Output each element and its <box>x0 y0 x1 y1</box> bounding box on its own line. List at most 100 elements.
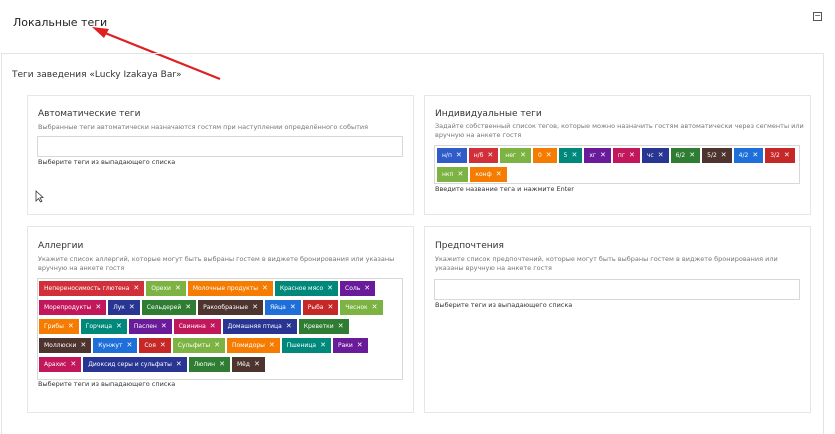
remove-tag-icon[interactable]: ✕ <box>68 319 74 334</box>
remove-tag-icon[interactable]: ✕ <box>571 148 577 163</box>
tag-chip: Диоксид серы и сульфаты ✕ <box>83 357 187 372</box>
page-title: Локальные теги <box>13 16 108 29</box>
tag-label: 4/2 <box>738 152 749 159</box>
remove-tag-icon[interactable]: ✕ <box>70 357 76 372</box>
tag-chip: Свинина ✕ <box>173 319 221 334</box>
tag-label: конф <box>475 171 492 178</box>
tag-label: нкп <box>442 171 454 178</box>
tag-label: Домашняя птица <box>227 323 282 330</box>
remove-tag-icon[interactable]: ✕ <box>600 148 606 163</box>
remove-tag-icon[interactable]: ✕ <box>214 338 220 353</box>
individual-tags-description: Задайте собственный список тегов, которы… <box>435 122 804 139</box>
tag-label: Яйца <box>270 304 286 311</box>
allergies-tags-list: Непереносимость глютена ✕ Орехи ✕ Молочные п… <box>39 281 401 376</box>
remove-tag-icon[interactable]: ✕ <box>269 338 275 353</box>
collapse-button[interactable]: − <box>813 12 822 21</box>
remove-tag-icon[interactable]: ✕ <box>457 167 463 182</box>
tag-chip: Сульфиты ✕ <box>172 338 225 353</box>
remove-tag-icon[interactable]: ✕ <box>546 148 552 163</box>
remove-tag-icon[interactable]: ✕ <box>752 148 758 163</box>
remove-tag-icon[interactable]: ✕ <box>721 148 727 163</box>
remove-tag-icon[interactable]: ✕ <box>357 338 363 353</box>
remove-tag-icon[interactable]: ✕ <box>327 281 333 296</box>
remove-tag-icon[interactable]: ✕ <box>161 319 167 334</box>
tag-chip: Грибы ✕ <box>39 319 79 334</box>
tag-chip: 3/2 ✕ <box>765 148 795 163</box>
remove-tag-icon[interactable]: ✕ <box>176 357 182 372</box>
tag-label: хг <box>589 152 597 159</box>
tag-label: 5/2 <box>707 152 717 159</box>
tag-label: Соль <box>345 285 361 292</box>
remove-tag-icon[interactable]: ✕ <box>496 167 502 182</box>
remove-tag-icon[interactable]: ✕ <box>116 319 122 334</box>
tag-label: Кунжут <box>98 342 123 349</box>
remove-tag-icon[interactable]: ✕ <box>338 319 344 334</box>
tag-chip: Орехи ✕ <box>146 281 186 296</box>
individual-tags-panel: Индивидуальные теги Задайте собственный … <box>424 95 811 215</box>
remove-tag-icon[interactable]: ✕ <box>254 357 260 372</box>
remove-tag-icon[interactable]: ✕ <box>290 300 296 315</box>
tag-chip: Лук ✕ <box>108 300 140 315</box>
tag-chip: Кунжут ✕ <box>93 338 138 353</box>
remove-tag-icon[interactable]: ✕ <box>689 148 695 163</box>
remove-tag-icon[interactable]: ✕ <box>175 281 181 296</box>
remove-tag-icon[interactable]: ✕ <box>185 300 191 315</box>
tag-label: Паслен <box>133 323 157 330</box>
remove-tag-icon[interactable]: ✕ <box>320 338 326 353</box>
tag-chip: хг ✕ <box>584 148 611 163</box>
tag-chip: Соль ✕ <box>340 281 376 296</box>
remove-tag-icon[interactable]: ✕ <box>629 148 635 163</box>
allergies-panel: Аллергии Укажите список аллергий, которы… <box>27 226 414 413</box>
remove-tag-icon[interactable]: ✕ <box>129 300 135 315</box>
remove-tag-icon[interactable]: ✕ <box>784 148 790 163</box>
tag-chip: Моллюски ✕ <box>39 338 92 353</box>
tag-label: 6/2 <box>675 152 686 159</box>
remove-tag-icon[interactable]: ✕ <box>80 338 86 353</box>
tag-label: Рыба <box>307 304 324 311</box>
tag-label: Соя <box>144 342 156 349</box>
tag-chip: Арахис ✕ <box>39 357 82 372</box>
remove-tag-icon[interactable]: ✕ <box>210 319 216 334</box>
tag-label: Ракообразные <box>203 304 249 311</box>
tag-chip: 6/2 ✕ <box>670 148 701 163</box>
individual-tags-list: н/п ✕ н/б ✕ нег ✕ 0 ✕ 5 ✕ хг ✕ пг ✕ чс ✕ 6/2 ✕ 5/2 ✕ 4/2 ✕ 3/2… <box>437 148 797 186</box>
preferences-input[interactable] <box>434 279 800 300</box>
tag-label: Чеснок <box>345 304 368 311</box>
tag-label: Сельдерей <box>146 304 182 311</box>
tag-chip: Чеснок ✕ <box>340 300 383 315</box>
remove-tag-icon[interactable]: ✕ <box>252 300 258 315</box>
tag-label: Орехи <box>151 285 171 292</box>
remove-tag-icon[interactable]: ✕ <box>286 319 292 334</box>
remove-tag-icon[interactable]: ✕ <box>95 300 101 315</box>
allergies-title: Аллергии <box>38 241 84 251</box>
tag-chip: Молочные продукты ✕ <box>187 281 273 296</box>
tag-chip: Мёд ✕ <box>231 357 265 372</box>
tag-chip: Непереносимость глютена ✕ <box>39 281 145 296</box>
tag-label: Молочные продукты <box>192 285 258 292</box>
allergies-description: Укажите список аллергий, которые могут б… <box>38 255 395 272</box>
remove-tag-icon[interactable]: ✕ <box>262 281 268 296</box>
tag-chip: 0 ✕ <box>532 148 557 163</box>
tag-label: Раки <box>337 342 353 349</box>
remove-tag-icon[interactable]: ✕ <box>372 300 378 315</box>
remove-tag-icon[interactable]: ✕ <box>658 148 664 163</box>
preferences-panel: Предпочтения Укажите список предпочтений… <box>424 226 811 413</box>
remove-tag-icon[interactable]: ✕ <box>160 338 166 353</box>
remove-tag-icon[interactable]: ✕ <box>487 148 493 163</box>
remove-tag-icon[interactable]: ✕ <box>327 300 333 315</box>
remove-tag-icon[interactable]: ✕ <box>219 357 225 372</box>
remove-tag-icon[interactable]: ✕ <box>520 148 526 163</box>
remove-tag-icon[interactable]: ✕ <box>126 338 132 353</box>
tag-label: Красное мясо <box>279 285 324 292</box>
remove-tag-icon[interactable]: ✕ <box>133 281 139 296</box>
remove-tag-icon[interactable]: ✕ <box>364 281 370 296</box>
tag-chip: Домашняя птица ✕ <box>222 319 297 334</box>
tag-label: Пшеница <box>286 342 317 349</box>
tag-label: Сульфиты <box>177 342 211 349</box>
preferences-description: Укажите список предпочтений, которые мог… <box>435 255 778 272</box>
auto-tags-input[interactable] <box>37 136 403 157</box>
tag-chip: Яйца ✕ <box>265 300 301 315</box>
tag-label: Лук <box>113 304 125 311</box>
remove-tag-icon[interactable]: ✕ <box>456 148 462 163</box>
tag-chip: Ракообразные ✕ <box>198 300 263 315</box>
